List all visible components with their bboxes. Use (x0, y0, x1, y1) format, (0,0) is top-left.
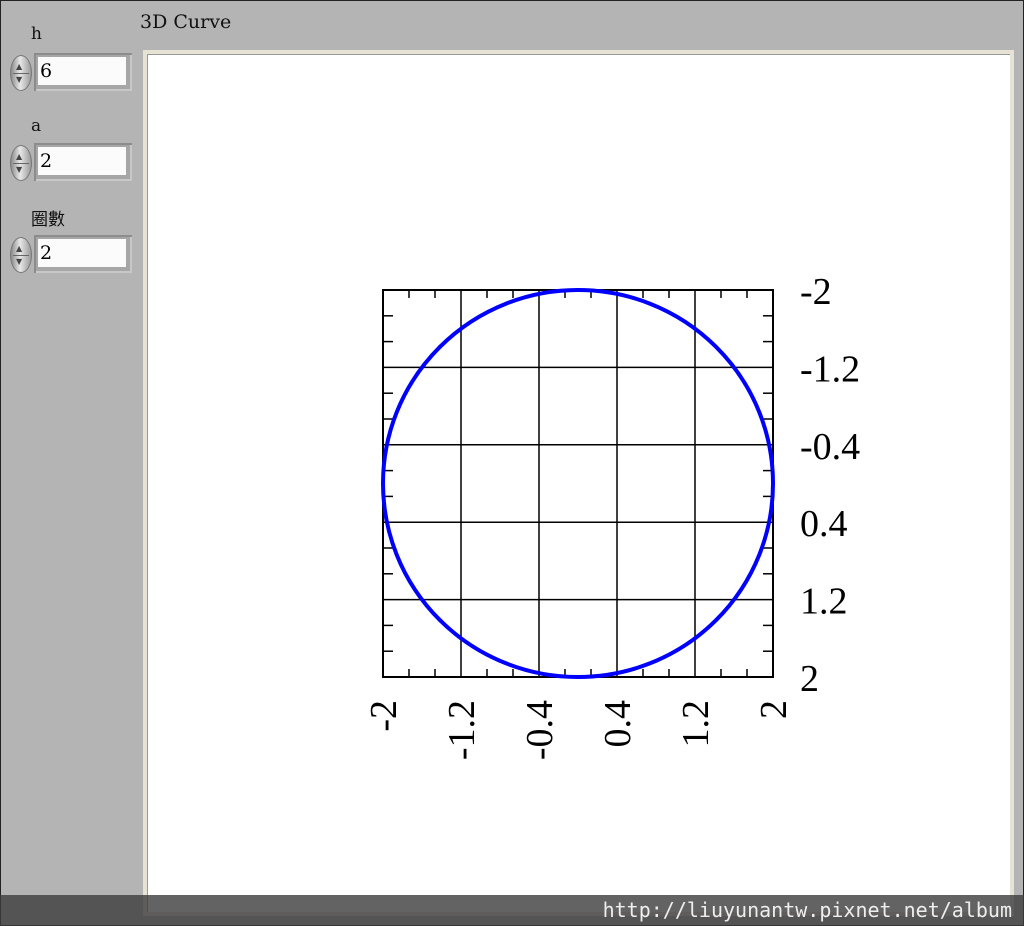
x-tick-label: -0.4 (519, 700, 561, 760)
x-tick-label: -1.2 (441, 700, 483, 760)
x-tick-label: 2 (753, 700, 795, 719)
x-tick-label: 0.4 (597, 700, 639, 748)
watermark-bar: http://liuyunantw.pixnet.net/album (0, 895, 1024, 926)
x-tick-label: 1.2 (675, 700, 717, 748)
x-tick-label: -2 (363, 700, 405, 732)
y-tick-label: -1.2 (800, 348, 860, 390)
y-tick-label: -2 (800, 271, 832, 313)
y-tick-label: 2 (800, 658, 819, 700)
y-tick-label: 1.2 (800, 581, 848, 623)
watermark-text: http://liuyunantw.pixnet.net/album (602, 898, 1012, 922)
y-tick-label: -0.4 (800, 426, 860, 468)
y-tick-label: 0.4 (800, 503, 848, 545)
plot-area: -2 -2 -1.2 -1.2 -0.4 -0.4 0.4 0.4 1.2 1.2 22 (363, 271, 860, 760)
curve-series (381, 288, 775, 679)
